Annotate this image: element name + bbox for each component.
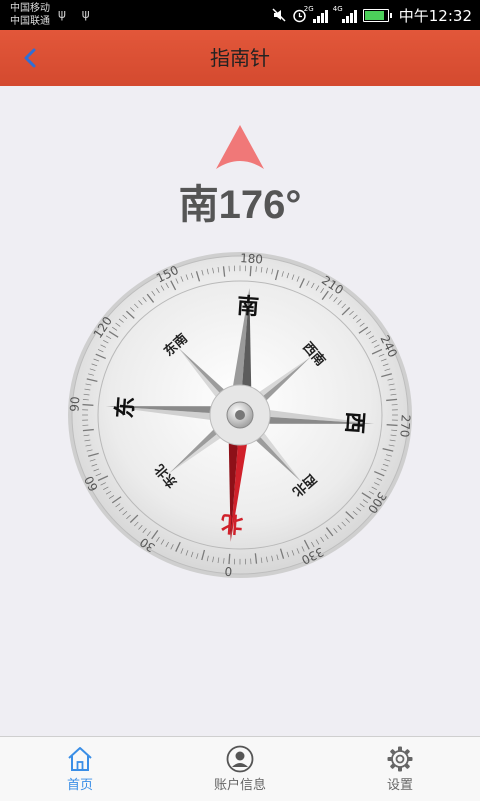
compass-direction-label: 北 [220,510,244,536]
compass-tick [387,425,398,426]
tab-settings-label: 设置 [320,774,480,793]
signal-2g-icon: 2G [313,7,328,23]
heading-direction: 南 [179,172,219,230]
tab-settings[interactable]: 设置 [320,737,480,801]
tab-home[interactable]: 首页 [0,737,160,801]
home-icon [66,745,94,773]
compass-dial: 0306090120150180210240270300330 北东南西东北东南… [66,250,414,580]
compass-tick [229,554,230,564]
compass-bearing-label: 270 [397,414,413,438]
tab-account-label: 账户信息 [160,774,320,793]
heading-arrow-icon [214,123,266,171]
tab-home-label: 首页 [0,774,160,793]
compass-direction-label: 南 [236,294,260,320]
compass-bearing-label: 90 [67,396,82,412]
usb-icon: ψ ψ [58,7,96,21]
network-type-2g: 2G [304,5,314,13]
heading-readout: 南176° [0,172,480,230]
battery-icon [363,9,389,22]
compass-tick [250,266,251,276]
compass-direction-label: 东 [112,396,139,420]
signal-4g-icon: 4G [342,7,357,23]
compass-bearing-label: 180 [240,251,264,267]
status-icons: 2G 4G 中午12:32 [272,0,472,30]
compass-tick [82,405,93,406]
app-header: 指南针 [0,30,480,86]
carrier-2: 中国联通 [10,15,50,28]
settings-gear-icon [386,745,414,773]
carrier-1: 中国移动 [10,2,50,15]
status-time: 中午12:32 [399,5,472,26]
compass-direction-label: 西 [341,411,367,435]
network-type-4g: 4G [333,5,343,13]
account-icon [226,745,254,773]
heading-degrees: 176° [219,183,302,228]
mute-icon [272,8,286,22]
compass-hub-center [235,410,245,420]
tab-account[interactable]: 账户信息 [160,737,320,801]
compass-bearing-label: 0 [224,564,233,578]
bottom-tab-bar: 首页 账户信息 设置 [0,736,480,801]
status-bar: 中国移动 中国联通 ψ ψ 2G 4G 中午12:32 [0,0,480,30]
page-title: 指南针 [0,30,480,86]
carrier-names: 中国移动 中国联通 [10,2,50,28]
